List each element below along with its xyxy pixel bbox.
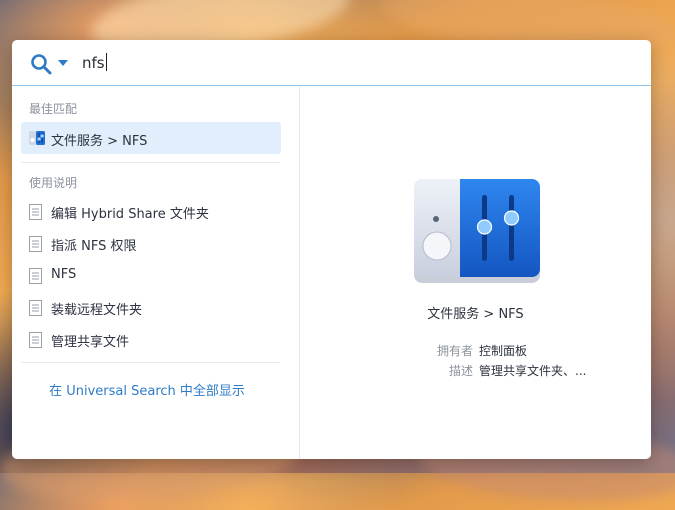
help-item-label: 管理共享文件 — [51, 335, 130, 350]
owner-value: 控制面板 — [479, 344, 528, 358]
help-item-label: NFS — [51, 267, 77, 282]
desc-value: 管理共享文件夹、... — [479, 364, 587, 378]
desc-label: 描述 — [448, 364, 473, 378]
search-bar: nfs — [12, 40, 651, 86]
help-heading: 使用说明 — [29, 176, 78, 190]
control-panel-sliders-icon — [414, 179, 540, 283]
chevron-down-icon[interactable] — [58, 60, 68, 67]
help-item[interactable]: NFS — [29, 265, 289, 287]
show-all-link[interactable]: 在 Universal Search 中全部显示 — [12, 380, 282, 399]
help-item[interactable]: 装载远程文件夹 — [29, 297, 289, 319]
help-item[interactable]: 管理共享文件 — [29, 329, 289, 351]
search-query: nfs — [82, 54, 105, 72]
divider — [21, 162, 280, 163]
document-icon — [29, 332, 42, 348]
search-icon[interactable] — [30, 53, 52, 75]
text-caret — [105, 53, 107, 71]
help-item-label: 编辑 Hybrid Share 文件夹 — [51, 207, 209, 222]
owner-label: 拥有者 — [436, 344, 473, 358]
preview-title: 文件服务 > NFS — [427, 307, 524, 322]
best-match-label: 文件服务 > NFS — [51, 134, 148, 149]
search-input[interactable]: nfs — [82, 52, 107, 74]
help-item-label: 指派 NFS 权限 — [51, 239, 137, 254]
control-panel-file-services-icon — [29, 131, 45, 145]
help-item[interactable]: 指派 NFS 权限 — [29, 233, 289, 255]
document-icon — [29, 204, 42, 220]
universal-search-panel: nfs 最佳匹配 文件服务 > NFS 使用说明 编辑 Hybrid Share… — [12, 40, 651, 459]
help-item-label: 装载远程文件夹 — [51, 303, 143, 318]
results-list: 最佳匹配 文件服务 > NFS 使用说明 编辑 Hybrid Share 文件夹… — [12, 87, 300, 459]
preview-pane: 文件服务 > NFS 拥有者 控制面板 描述 管理共享文件夹、... — [300, 87, 651, 459]
document-icon — [29, 300, 42, 316]
help-item[interactable]: 编辑 Hybrid Share 文件夹 — [29, 201, 289, 223]
document-icon — [29, 236, 42, 252]
document-icon — [29, 268, 42, 284]
divider — [21, 362, 280, 363]
best-match-heading: 最佳匹配 — [29, 102, 78, 116]
best-match-item[interactable]: 文件服务 > NFS — [21, 122, 281, 154]
